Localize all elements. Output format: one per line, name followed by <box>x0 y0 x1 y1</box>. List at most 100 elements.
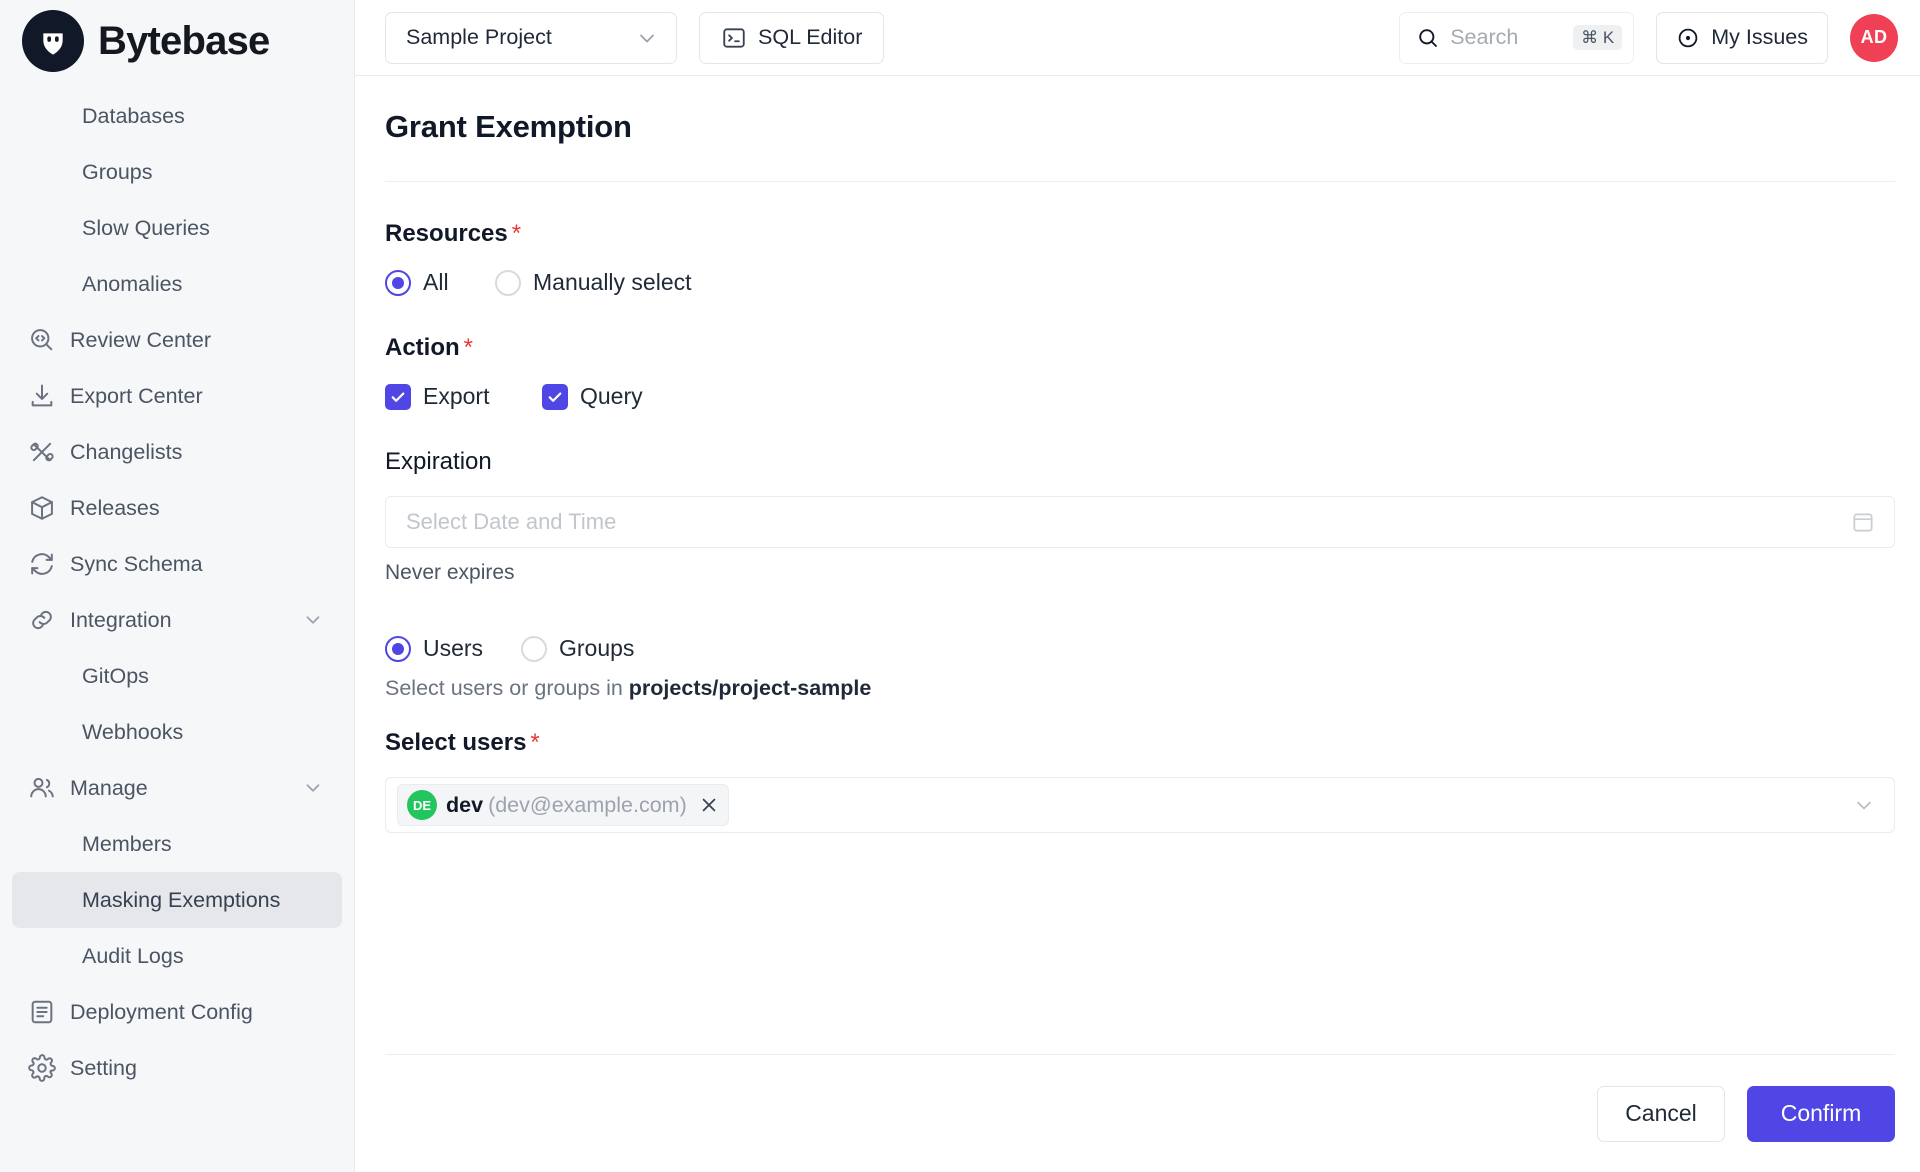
sidebar-item-gitops[interactable]: GitOps <box>12 648 342 704</box>
search-shortcut-badge: ⌘ K <box>1573 25 1623 50</box>
select-users-label-text: Select users <box>385 729 527 756</box>
close-icon[interactable] <box>699 795 719 815</box>
avatar[interactable]: AD <box>1850 13 1898 62</box>
document-icon <box>28 998 56 1026</box>
review-icon <box>28 326 56 354</box>
sidebar-item-label: Export Center <box>70 383 203 408</box>
resources-label: Resources * <box>385 220 1895 248</box>
sidebar-item-manage[interactable]: Manage <box>12 760 342 816</box>
radio-principal-groups[interactable]: Groups <box>521 635 634 662</box>
sidebar-item-integration[interactable]: Integration <box>12 592 342 648</box>
principal-hint: Select users or groups in projects/proje… <box>385 676 1895 701</box>
sidebar-item-label: Groups <box>82 159 153 184</box>
expiration-hint: Never expires <box>385 561 515 584</box>
search-input[interactable]: Search ⌘ K <box>1399 11 1635 64</box>
top-bar: Sample Project SQL Editor Search ⌘ K My … <box>355 0 1920 76</box>
chevron-down-icon[interactable] <box>302 777 324 799</box>
sidebar-item-label: Manage <box>70 775 148 800</box>
required-asterisk: * <box>530 729 540 756</box>
sidebar-item-label: GitOps <box>82 663 149 688</box>
sidebar-item-label: Integration <box>70 607 172 632</box>
user-tag[interactable]: DE dev (dev@example.com) <box>397 784 729 826</box>
checkbox-export[interactable]: Export <box>385 383 542 410</box>
cancel-button[interactable]: Cancel <box>1597 1085 1725 1142</box>
radio-label: Users <box>423 635 484 661</box>
bytebase-logo-icon <box>22 10 84 72</box>
select-users-label: Select users * <box>385 729 1895 757</box>
radio-indicator <box>385 269 411 296</box>
sidebar-item-label: Review Center <box>70 327 211 352</box>
calendar-icon[interactable] <box>1850 509 1876 535</box>
sidebar-item-releases[interactable]: Releases <box>12 480 342 536</box>
sidebar-item-setting[interactable]: Setting <box>12 1040 342 1096</box>
sidebar-item-members[interactable]: Members <box>12 816 342 872</box>
app-root: Bytebase Databases Groups Slow Queries A… <box>0 0 1920 1172</box>
user-tag-email: (dev@example.com) <box>488 792 687 817</box>
sidebar-item-label: Slow Queries <box>82 215 210 240</box>
radio-indicator <box>521 635 547 662</box>
terminal-icon <box>721 25 747 51</box>
brand-logo[interactable]: Bytebase <box>0 0 354 82</box>
title-divider <box>385 181 1895 182</box>
sidebar-item-groups[interactable]: Groups <box>12 144 342 200</box>
checkbox-label: Export <box>423 383 490 409</box>
link-icon <box>28 606 56 634</box>
sidebar-item-changelists[interactable]: Changelists <box>12 424 342 480</box>
expiration-placeholder: Select Date and Time <box>406 509 617 534</box>
content-panel: Grant Exemption Resources * All Manually … <box>355 76 1920 1172</box>
sidebar-item-audit-logs[interactable]: Audit Logs <box>12 928 342 984</box>
checkbox-label: Query <box>580 383 643 409</box>
sidebar-item-label: Setting <box>70 1055 137 1080</box>
action-checkbox-group: Export Query <box>385 383 1895 410</box>
radio-label: Groups <box>559 635 635 661</box>
sidebar-item-label: Members <box>82 831 172 856</box>
sidebar-item-label: Releases <box>70 495 160 520</box>
sidebar-item-label: Anomalies <box>82 271 183 296</box>
sidebar-item-masking-exemptions[interactable]: Masking Exemptions <box>12 872 342 928</box>
radio-resources-all[interactable]: All <box>385 269 495 296</box>
brand-name: Bytebase <box>98 18 270 63</box>
search-icon <box>1416 26 1440 50</box>
principal-hint-prefix: Select users or groups in <box>385 676 629 700</box>
confirm-button[interactable]: Confirm <box>1747 1085 1895 1142</box>
sidebar-item-sync-schema[interactable]: Sync Schema <box>12 536 342 592</box>
checkbox-query[interactable]: Query <box>542 383 643 410</box>
project-selector-value: Sample Project <box>406 25 552 49</box>
chevron-down-icon[interactable] <box>302 609 324 631</box>
project-selector[interactable]: Sample Project <box>385 11 677 64</box>
sidebar-item-label: Databases <box>82 103 185 128</box>
sidebar-item-databases[interactable]: Databases <box>12 88 342 144</box>
sidebar-item-label: Changelists <box>70 439 183 464</box>
radio-indicator <box>385 635 411 662</box>
sidebar: Bytebase Databases Groups Slow Queries A… <box>0 0 355 1172</box>
expiration-date-input[interactable]: Select Date and Time <box>385 496 1895 548</box>
sidebar-item-label: Deployment Config <box>70 999 253 1024</box>
circle-dot-icon <box>1676 26 1700 50</box>
chevron-down-icon <box>635 26 659 50</box>
main-area: Sample Project SQL Editor Search ⌘ K My … <box>355 0 1920 1172</box>
download-icon <box>28 382 56 410</box>
chevron-down-icon[interactable] <box>1852 793 1876 817</box>
sql-editor-button[interactable]: SQL Editor <box>699 11 885 64</box>
radio-label: Manually select <box>533 269 692 295</box>
my-issues-label: My Issues <box>1711 25 1808 49</box>
sql-editor-label: SQL Editor <box>758 25 863 49</box>
sidebar-item-slow-queries[interactable]: Slow Queries <box>12 200 342 256</box>
sidebar-item-deployment-config[interactable]: Deployment Config <box>12 984 342 1040</box>
sidebar-item-export-center[interactable]: Export Center <box>12 368 342 424</box>
checkbox-indicator <box>385 383 411 410</box>
changelist-icon <box>28 438 56 466</box>
radio-resources-manually-select[interactable]: Manually select <box>495 269 692 296</box>
action-label: Action * <box>385 334 1895 362</box>
select-users-field[interactable]: DE dev (dev@example.com) <box>385 777 1895 833</box>
sidebar-item-webhooks[interactable]: Webhooks <box>12 704 342 760</box>
sidebar-item-anomalies[interactable]: Anomalies <box>12 256 342 312</box>
sidebar-item-review-center[interactable]: Review Center <box>12 312 342 368</box>
user-tag-name: dev <box>446 792 484 817</box>
my-issues-button[interactable]: My Issues <box>1656 11 1828 64</box>
avatar: DE <box>407 790 437 820</box>
radio-principal-users[interactable]: Users <box>385 635 521 662</box>
resources-label-text: Resources <box>385 220 508 247</box>
radio-label: All <box>423 269 449 295</box>
search-placeholder: Search <box>1450 25 1519 49</box>
